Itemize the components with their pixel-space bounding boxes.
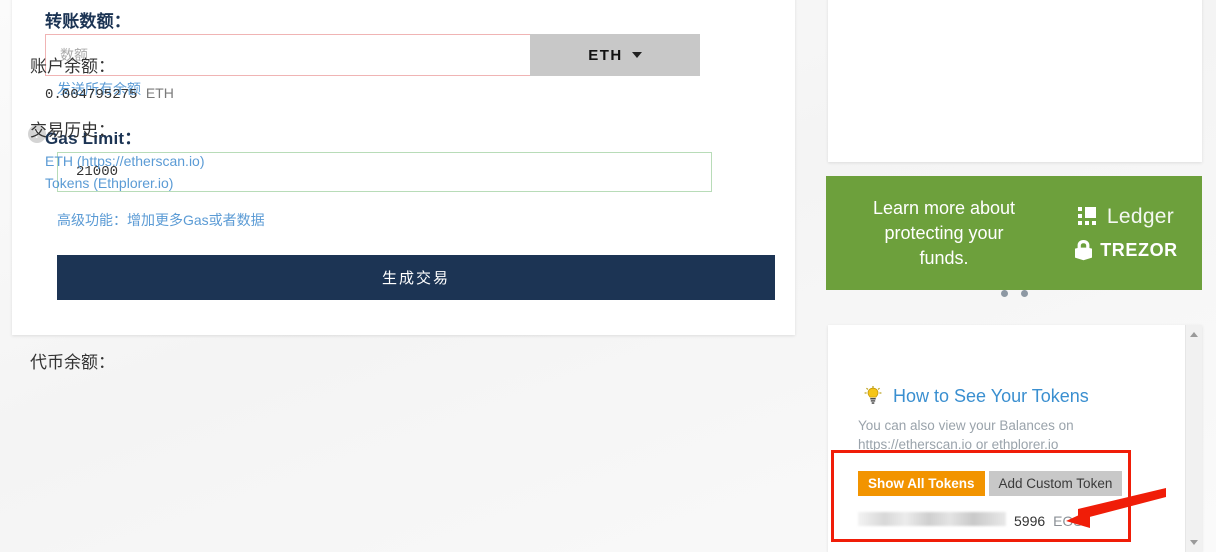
token-balances-note: You can also view your Balances on https… (858, 416, 1158, 454)
promo-text: Learn more about protecting your funds. (838, 196, 1050, 271)
chevron-down-icon (631, 52, 642, 58)
ledger-mark-icon (1077, 207, 1096, 225)
token-balances-heading: 代币余额： (30, 353, 115, 372)
ledger-logo: Ledger (1077, 205, 1175, 229)
account-balance-unit: ETH (145, 85, 174, 101)
scroll-down-arrow-icon[interactable] (1190, 540, 1198, 545)
generate-transaction-button[interactable]: 生成交易 (57, 255, 775, 300)
account-balance-value: 0.004795275 ETH (45, 85, 174, 103)
token-action-buttons: Show All Tokens Add Custom Token (858, 471, 1123, 496)
advanced-options-link[interactable]: 高级功能：增加更多Gas或者数据 (57, 210, 265, 230)
add-custom-token-button[interactable]: Add Custom Token (988, 471, 1123, 496)
token-symbol: EOS (1053, 513, 1083, 529)
promo-carousel-dots (826, 290, 1202, 297)
promo-line-2: protecting your (884, 222, 1004, 243)
amount-label: 转账数额： (45, 12, 131, 31)
hardware-wallet-promo-banner[interactable]: Learn more about protecting your funds. … (826, 176, 1202, 290)
history-link-ethplorer[interactable]: Tokens (Ethplorer.io) (45, 175, 173, 191)
lightbulb-icon (863, 386, 883, 406)
token-card-scrollbar[interactable] (1185, 325, 1202, 552)
amount-input[interactable] (45, 34, 530, 76)
ledger-label: Ledger (1106, 205, 1175, 228)
trezor-label: TREZOR (1100, 239, 1178, 260)
carousel-dot-1[interactable] (1000, 290, 1008, 297)
token-note-line-2: https://etherscan.io or ethplorer.io (858, 437, 1059, 452)
account-balance-heading: 账户余额： (30, 57, 115, 76)
show-all-tokens-button[interactable]: Show All Tokens (858, 471, 985, 496)
account-balance-card (828, 0, 1202, 162)
history-link-etherscan[interactable]: ETH (https://etherscan.io) (45, 153, 205, 169)
carousel-dot-2[interactable] (1020, 290, 1028, 297)
account-balance-number: 0.004795275 (45, 87, 138, 103)
lock-icon (1075, 240, 1093, 261)
unit-dropdown-button[interactable]: ETH (530, 34, 700, 76)
promo-line-3: funds. (919, 247, 969, 268)
trezor-logo: TREZOR (1074, 239, 1178, 261)
token-name-redacted (858, 512, 1006, 526)
promo-logos: Ledger TREZOR (1050, 205, 1202, 261)
amount-field-group: ETH (45, 34, 700, 76)
scroll-up-arrow-icon[interactable] (1190, 332, 1198, 337)
unit-dropdown-label: ETH (588, 46, 623, 64)
how-to-see-tokens-link[interactable]: How to See Your Tokens (893, 386, 1089, 407)
transaction-history-heading: 交易历史： (30, 121, 115, 140)
token-amount: 5996 (1014, 513, 1046, 529)
token-list-item[interactable]: 5996 EOS (858, 512, 1083, 529)
token-note-line-1: You can also view your Balances on (858, 418, 1074, 433)
promo-line-1: Learn more about (872, 197, 1016, 218)
